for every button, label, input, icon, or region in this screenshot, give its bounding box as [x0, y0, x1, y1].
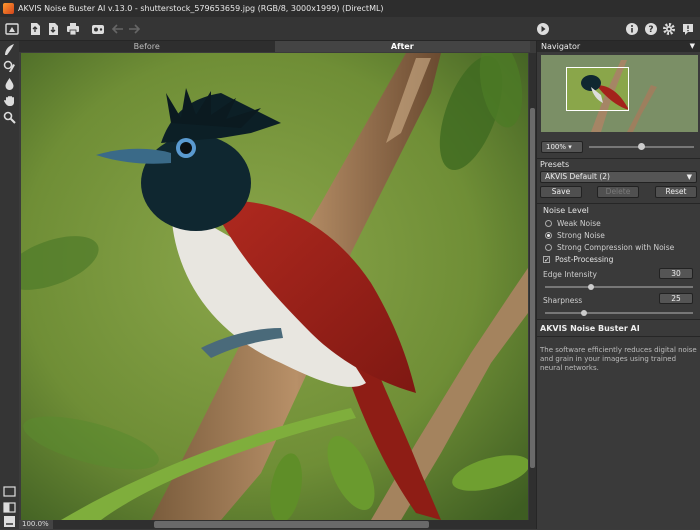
navigator-title: Navigator [541, 42, 581, 51]
edge-intensity-input[interactable]: 30 [659, 268, 693, 279]
info-icon[interactable] [624, 21, 640, 37]
post-processing-label: Post-Processing [555, 255, 614, 264]
horizontal-scroll-thumb[interactable] [154, 521, 429, 528]
notifications-icon[interactable] [680, 21, 696, 37]
tab-after[interactable]: After [274, 41, 530, 52]
presets-selected: AKVIS Default (2) [545, 172, 610, 181]
presets-label: Presets [540, 160, 570, 169]
sharpness-knob[interactable] [580, 310, 587, 316]
noise-level-label: Noise Level [543, 206, 589, 215]
radio-weak-noise[interactable]: Weak Noise [545, 218, 601, 229]
undo-icon[interactable] [110, 21, 126, 37]
chevron-down-icon: ▼ [686, 173, 692, 181]
edge-intensity-slider[interactable] [545, 284, 693, 290]
radio-strong-compression[interactable]: Strong Compression with Noise [545, 242, 674, 253]
left-toolbar [0, 41, 19, 529]
settings-gear-icon[interactable] [661, 21, 677, 37]
app-logo-icon [3, 3, 14, 14]
divider [537, 158, 700, 159]
edge-intensity-label: Edge Intensity [543, 270, 597, 279]
save-preset-button[interactable]: Save [540, 186, 582, 198]
title-bar: AKVIS Noise Buster AI v.13.0 - shutterst… [0, 0, 700, 17]
navigator-preview[interactable] [541, 55, 698, 132]
help-icon[interactable]: ? [643, 21, 659, 37]
run-icon[interactable] [535, 21, 551, 37]
history-brush-icon[interactable] [3, 60, 16, 73]
batch-processing-icon[interactable] [90, 21, 106, 37]
vertical-scrollbar[interactable] [529, 53, 536, 520]
zoom-slider-knob[interactable] [638, 143, 645, 150]
view-compare-icon[interactable] [3, 515, 16, 528]
post-processing-checkbox[interactable]: ✓ [543, 256, 550, 264]
toolbar: ? [0, 17, 700, 41]
divider [537, 203, 700, 204]
reset-preset-button[interactable]: Reset [655, 186, 697, 198]
radio-label: Strong Noise [557, 231, 605, 240]
delete-preset-button[interactable]: Delete [597, 186, 639, 198]
edge-intensity-knob[interactable] [587, 284, 594, 290]
sharpness-slider[interactable] [545, 310, 693, 316]
zoom-tool-icon[interactable] [3, 111, 16, 124]
zoom-level-label: 100.0% [19, 520, 53, 529]
view-split-icon[interactable] [3, 501, 16, 514]
before-after-tabs: Before After [19, 41, 530, 52]
about-description: The software efficiently reduces digital… [540, 346, 697, 372]
tab-before[interactable]: Before [19, 41, 275, 52]
post-processing-checkbox-row[interactable]: ✓ Post-Processing [543, 254, 613, 265]
divider [537, 319, 700, 320]
collapse-icon[interactable]: ▼ [690, 41, 695, 52]
radio-button[interactable] [545, 220, 552, 227]
radio-strong-noise[interactable]: Strong Noise [545, 230, 605, 241]
zoom-select[interactable]: 100% ▾ [541, 141, 583, 153]
redo-icon[interactable] [126, 21, 142, 37]
sharpness-label: Sharpness [543, 296, 583, 305]
brush-tool-icon[interactable] [3, 43, 16, 56]
drop-tool-icon[interactable] [3, 77, 16, 90]
settings-panel: Navigator ▼ 100% ▾ Presets AKVIS Default… [536, 41, 700, 529]
hand-tool-icon[interactable] [3, 94, 16, 107]
radio-button[interactable] [545, 244, 552, 251]
navigator-view-frame[interactable] [566, 67, 629, 111]
print-icon[interactable] [65, 21, 81, 37]
radio-label: Strong Compression with Noise [557, 243, 675, 252]
view-single-icon[interactable] [3, 485, 16, 498]
divider [537, 336, 700, 337]
vertical-scroll-thumb[interactable] [530, 108, 535, 468]
navigator-header[interactable]: Navigator ▼ [537, 41, 700, 52]
workspace-icon[interactable] [4, 21, 20, 37]
zoom-select-value: 100% [546, 143, 567, 151]
presets-dropdown[interactable]: AKVIS Default (2) ▼ [540, 171, 697, 183]
zoom-slider[interactable] [589, 143, 694, 150]
window-title: AKVIS Noise Buster AI v.13.0 - shutterst… [18, 4, 384, 13]
radio-label: Weak Noise [557, 219, 601, 228]
open-file-icon[interactable] [27, 21, 43, 37]
image-canvas[interactable] [21, 53, 528, 520]
svg-text:?: ? [648, 25, 653, 35]
status-bar: 100.0% [19, 520, 536, 529]
radio-button-selected[interactable] [545, 232, 552, 239]
bird-photo [21, 53, 528, 520]
save-file-icon[interactable] [45, 21, 61, 37]
about-title: AKVIS Noise Buster AI [540, 324, 640, 333]
sharpness-input[interactable]: 25 [659, 293, 693, 304]
